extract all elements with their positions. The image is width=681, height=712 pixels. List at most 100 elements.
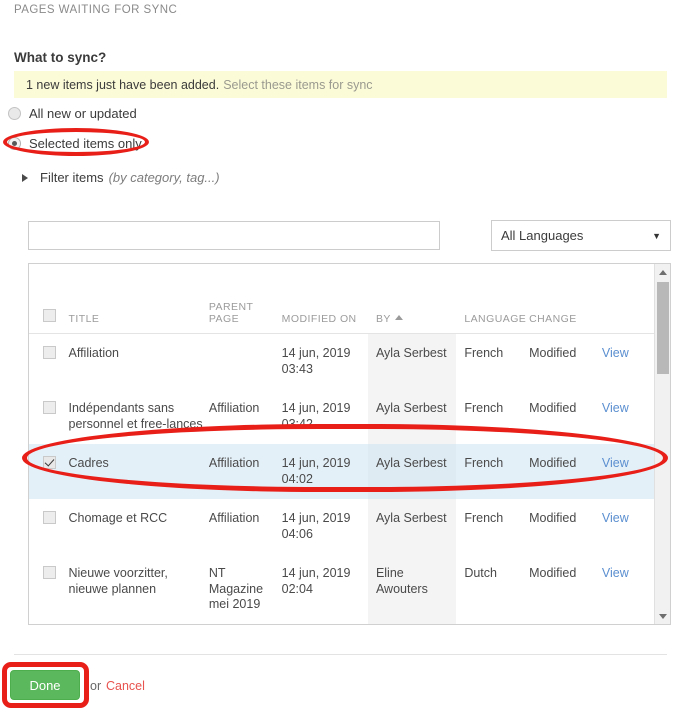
- row-select-cell: [29, 554, 69, 624]
- cell-parent-page: Affiliation: [208, 444, 282, 499]
- radio-selected-items-only[interactable]: Selected items only: [8, 136, 142, 151]
- column-header-title[interactable]: TITLE: [68, 297, 209, 334]
- row-select-cell: [29, 499, 69, 554]
- cell-modified-on: 14 jun, 2019 02:00: [282, 625, 368, 626]
- radio-label-all-new: All new or updated: [29, 106, 137, 121]
- cell-by: Ayla Serbest: [367, 499, 457, 554]
- cell-modified-on: 14 jun, 2019 04:02: [281, 444, 368, 499]
- cell-view: View: [602, 499, 656, 554]
- cell-title: Chomage et RCC: [68, 511, 168, 525]
- view-link[interactable]: View: [602, 401, 629, 415]
- filter-items-hint: (by category, tag...): [108, 170, 220, 185]
- cell-parent-page: NT Magazine: [209, 625, 282, 626]
- cell-by: Eline Awouters: [367, 554, 457, 624]
- page-eyebrow: PAGES WAITING FOR SYNC: [14, 4, 178, 16]
- chevron-down-icon: ▼: [652, 230, 661, 241]
- table-body: Affiliation 14 jun, 2019 03:43 Ayla Serb…: [29, 333, 656, 626]
- cell-language: French: [464, 346, 504, 360]
- scroll-down-button[interactable]: [655, 608, 670, 624]
- items-table-panel: TITLE PARENT PAGE MODIFIED ON BY LANGUAG…: [28, 263, 671, 625]
- table-row[interactable]: Nieuwe voorzitter, nieuwe plannen NT Mag…: [29, 554, 656, 624]
- cell-by: Ayla Serbest: [367, 333, 457, 389]
- column-header-change[interactable]: CHANGE: [529, 297, 602, 334]
- cell-language: French: [456, 444, 530, 499]
- new-items-notice: 1 new items just have been added. Select…: [14, 71, 667, 98]
- radio-icon-checked[interactable]: [8, 137, 21, 150]
- items-table-scroll-area: TITLE PARENT PAGE MODIFIED ON BY LANGUAG…: [29, 264, 656, 624]
- cell-view: View: [601, 444, 656, 499]
- view-link[interactable]: View: [602, 511, 629, 525]
- table-row[interactable]: Beleidsthema's NT Magazine 14 jun, 2019 …: [29, 625, 656, 626]
- row-checkbox[interactable]: [43, 566, 56, 579]
- row-select-cell: [29, 334, 69, 390]
- column-header-parent-page[interactable]: PARENT PAGE: [208, 297, 282, 334]
- language-filter-value: All Languages: [501, 228, 584, 243]
- cancel-link[interactable]: Cancel: [106, 679, 145, 693]
- sync-pages-panel: PAGES WAITING FOR SYNC What to sync? 1 n…: [0, 0, 681, 712]
- column-header-by[interactable]: BY: [367, 297, 457, 334]
- cell-change: Modified: [529, 401, 577, 415]
- scroll-up-button[interactable]: [655, 264, 670, 280]
- table-row[interactable]: Indépendants sans personnel et free-lanc…: [29, 389, 656, 444]
- cell-change: Modified: [529, 566, 577, 580]
- cell-parent-page: Affiliation: [208, 401, 260, 415]
- filter-items-toggle[interactable]: Filter items (by category, tag...): [22, 170, 220, 185]
- cell-change: Modified: [529, 511, 577, 525]
- cell-parent-page: NT Magazine mei 2019: [208, 566, 264, 611]
- column-header-modified-on[interactable]: MODIFIED ON: [281, 297, 368, 334]
- cell-view: View: [602, 625, 656, 626]
- language-filter-select[interactable]: All Languages ▼: [491, 220, 671, 251]
- cell-change: Modified: [529, 625, 602, 626]
- cell-change: Modified: [529, 346, 577, 360]
- cell-title: Beleidsthema's: [69, 625, 209, 626]
- table-row[interactable]: Cadres Affiliation 14 jun, 2019 04:02 Ay…: [29, 444, 656, 499]
- cell-modified-on: 14 jun, 2019 02:04: [281, 566, 351, 596]
- radio-all-new-or-updated[interactable]: All new or updated: [8, 106, 137, 121]
- row-checkbox[interactable]: [43, 401, 56, 414]
- cell-language: Dutch: [456, 625, 529, 626]
- row-select-cell: [29, 444, 69, 499]
- radio-label-selected-only: Selected items only: [29, 136, 142, 151]
- select-these-items-link[interactable]: Select these items for sync: [223, 78, 372, 92]
- view-link[interactable]: View: [602, 566, 629, 580]
- cell-modified-on: 14 jun, 2019 03:43: [281, 346, 351, 376]
- cell-parent-page: [209, 334, 282, 390]
- column-header-view: [601, 297, 656, 334]
- table-row[interactable]: Affiliation 14 jun, 2019 03:43 Ayla Serb…: [29, 333, 656, 390]
- row-checkbox[interactable]: [43, 346, 56, 359]
- cell-by: Eline Awouters: [368, 625, 456, 626]
- filter-items-label: Filter items: [40, 170, 104, 185]
- cell-view: View: [602, 389, 656, 444]
- cell-change: Modified: [529, 444, 602, 499]
- notice-message: 1 new items just have been added.: [26, 77, 220, 92]
- view-link[interactable]: View: [602, 456, 629, 470]
- page-title: What to sync?: [14, 50, 107, 65]
- done-button[interactable]: Done: [10, 670, 80, 700]
- cell-language: French: [464, 511, 504, 525]
- triangle-right-icon: [22, 173, 28, 182]
- cell-title: Cadres: [68, 444, 209, 499]
- cell-title: Indépendants sans personnel et free-lanc…: [68, 401, 203, 431]
- cell-title: Affiliation: [68, 346, 120, 360]
- column-header-by-label: BY: [375, 313, 391, 325]
- table-header-row: TITLE PARENT PAGE MODIFIED ON BY LANGUAG…: [29, 297, 656, 334]
- sort-ascending-icon: [394, 315, 403, 320]
- scrollbar-thumb[interactable]: [657, 282, 669, 374]
- row-select-cell: [29, 389, 69, 444]
- cell-by: Ayla Serbest: [367, 444, 457, 499]
- cell-by: Ayla Serbest: [367, 389, 457, 444]
- search-input[interactable]: [28, 221, 440, 250]
- cell-parent-page: Affiliation: [208, 511, 260, 525]
- row-checkbox[interactable]: [43, 511, 56, 524]
- table-row[interactable]: Chomage et RCC Affiliation 14 jun, 2019 …: [29, 499, 656, 554]
- radio-icon-unchecked[interactable]: [8, 107, 21, 120]
- cell-title: Nieuwe voorzitter, nieuwe plannen: [68, 566, 168, 596]
- select-all-checkbox[interactable]: [43, 309, 56, 322]
- view-link[interactable]: View: [602, 346, 629, 360]
- items-table: TITLE PARENT PAGE MODIFIED ON BY LANGUAG…: [29, 297, 656, 626]
- row-checkbox[interactable]: [43, 456, 56, 469]
- table-scrollbar[interactable]: [654, 264, 670, 624]
- column-header-language[interactable]: LANGUAGE: [456, 297, 530, 334]
- cell-modified-on: 14 jun, 2019 04:06: [281, 511, 351, 541]
- cell-language: Dutch: [464, 566, 497, 580]
